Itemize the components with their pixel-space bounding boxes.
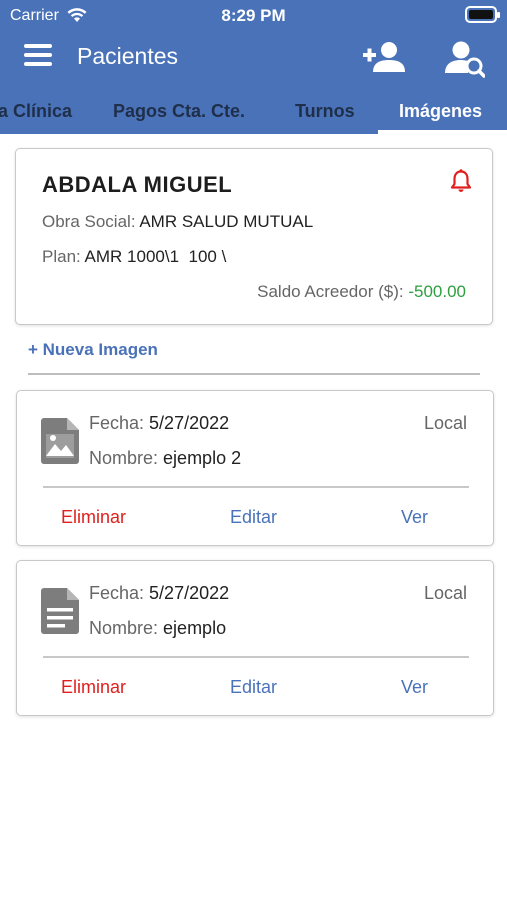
delete-button[interactable]: Eliminar [61, 507, 126, 528]
view-button[interactable]: Ver [401, 677, 428, 698]
page-title: Pacientes [77, 43, 179, 69]
obra-social-line: Obra Social: AMR SALUD MUTUAL [42, 212, 313, 232]
tab-pagos-cta-cte[interactable]: Pagos Cta. Cte. [113, 90, 245, 134]
document-icon [41, 588, 79, 634]
fecha-label: Fecha: [89, 583, 145, 603]
tab-historia-clinica[interactable]: a Clínica [0, 90, 72, 134]
saldo-label: Saldo Acreedor ($): [257, 282, 404, 301]
nombre-value: ejemplo [163, 618, 227, 638]
fecha-label: Fecha: [89, 413, 145, 433]
tab-imagenes[interactable]: Imágenes [399, 90, 482, 134]
clock: 8:29 PM [221, 6, 286, 25]
saldo-line: Saldo Acreedor ($): -500.00 [257, 282, 466, 302]
location-label: Local [423, 413, 467, 433]
image-icon [41, 418, 79, 464]
fecha-line: Fecha: 5/27/2022 [89, 583, 229, 604]
saldo-value: -500.00 [408, 282, 466, 301]
bell-icon[interactable] [450, 169, 472, 193]
nombre-line: Nombre: ejemplo 2 [89, 448, 241, 469]
add-user-icon[interactable] [363, 40, 405, 74]
patient-card: ABDALA MIGUEL Obra Social: AMR SALUD MUT… [15, 148, 493, 325]
fecha-line: Fecha: 5/27/2022 [89, 413, 229, 434]
location-label: Local [423, 583, 467, 603]
nombre-label: Nombre: [89, 618, 159, 638]
edit-button[interactable]: Editar [230, 677, 277, 698]
image-card: Fecha: 5/27/2022 Nombre: ejemplo 2 Local… [16, 390, 494, 546]
top-bar: Carrier 8:29 PM Pacientes [0, 0, 507, 90]
search-user-icon[interactable] [445, 40, 485, 78]
nombre-line: Nombre: ejemplo [89, 618, 226, 639]
new-image-button[interactable]: + Nueva Imagen [28, 340, 158, 360]
card-divider [43, 486, 469, 488]
nombre-value: ejemplo 2 [163, 448, 242, 468]
card-divider [43, 656, 469, 658]
active-tab-indicator [378, 130, 507, 134]
tab-turnos[interactable]: Turnos [295, 90, 355, 134]
patient-name: ABDALA MIGUEL [42, 172, 233, 197]
tab-bar: a Clínica Pagos Cta. Cte. Turnos Imágene… [0, 90, 507, 134]
delete-button[interactable]: Eliminar [61, 677, 126, 698]
view-button[interactable]: Ver [401, 507, 428, 528]
plan-value: AMR 1000\1 100 \ [84, 247, 227, 266]
nombre-label: Nombre: [89, 448, 159, 468]
status-bar: Carrier 8:29 PM [0, 0, 507, 32]
obra-social-label: Obra Social: [42, 212, 136, 231]
plan-line: Plan: AMR 1000\1 100 \ [42, 247, 226, 267]
plan-label: Plan: [42, 247, 81, 266]
image-card: Fecha: 5/27/2022 Nombre: ejemplo Local E… [16, 560, 494, 716]
fecha-value: 5/27/2022 [149, 413, 230, 433]
obra-social-value: AMR SALUD MUTUAL [139, 212, 314, 231]
edit-button[interactable]: Editar [230, 507, 277, 528]
battery-icon [465, 6, 500, 23]
hamburger-menu-icon[interactable] [24, 44, 52, 66]
divider [28, 373, 480, 375]
fecha-value: 5/27/2022 [149, 583, 230, 603]
